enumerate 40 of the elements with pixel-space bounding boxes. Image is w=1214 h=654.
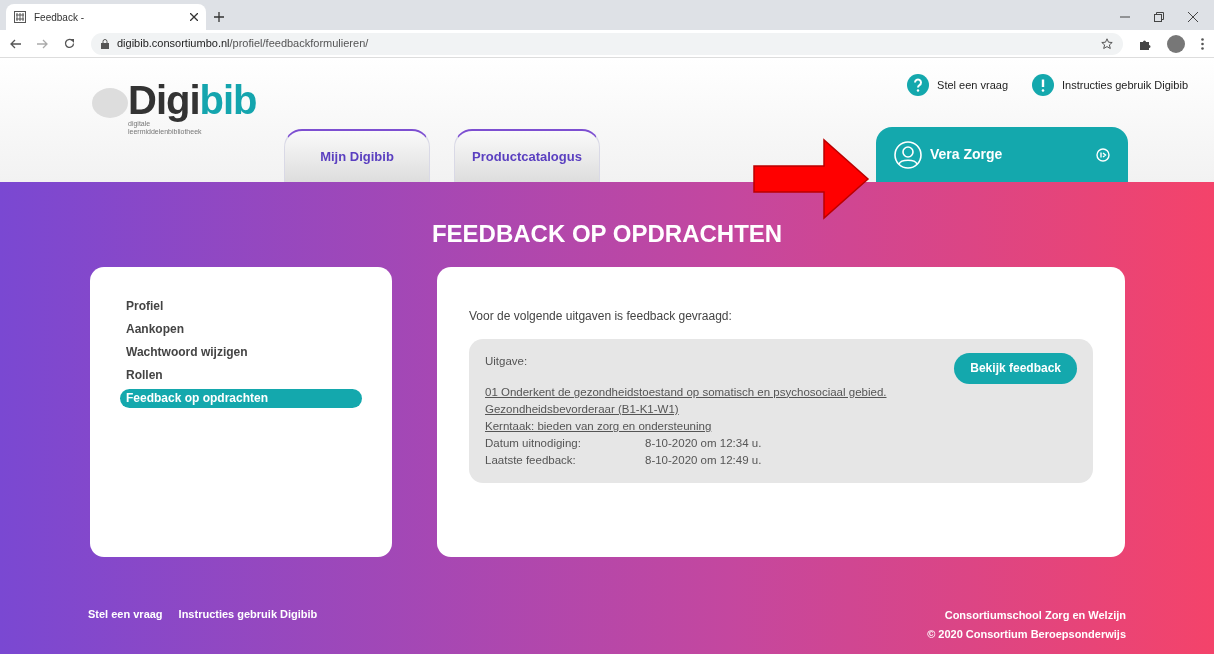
favicon-icon	[14, 11, 26, 23]
back-icon[interactable]	[10, 38, 21, 49]
item-heading: Uitgave:	[485, 353, 528, 369]
organization-name: Consortiumschool Zorg en Welzijn	[943, 608, 1126, 623]
help-link[interactable]: Stel een vraag	[937, 76, 1009, 94]
address-bar[interactable]: digibib.consortiumbo.nl/profiel/feedbackformulieren/	[91, 32, 1123, 55]
item-link[interactable]: Kerntaak: bieden van zorg en ondersteuning	[485, 417, 1077, 435]
sidebar-item[interactable]: Rollen	[120, 365, 362, 385]
restore-icon[interactable]	[1154, 12, 1164, 22]
menu-icon[interactable]	[1201, 37, 1204, 50]
intro-text: Voor de volgende uitgaven is feedback gevraagd:	[469, 307, 733, 325]
close-icon[interactable]	[1188, 12, 1198, 22]
instructions-link[interactable]: Instructies gebruik Digibib	[1062, 76, 1188, 94]
sidebar-item[interactable]: Profiel	[120, 296, 362, 316]
new-tab-icon[interactable]	[214, 12, 224, 22]
logo-mark-icon	[92, 88, 128, 118]
sidebar-item[interactable]: Aankopen	[120, 319, 362, 339]
close-icon[interactable]	[190, 13, 198, 21]
detail-label: Datum uitnodiging:	[485, 435, 582, 451]
nav-tab[interactable]: Mijn Digibib	[284, 129, 430, 182]
detail-value: 8-10-2020 om 12:49 u.	[645, 452, 762, 468]
user-icon	[894, 140, 922, 169]
lock-icon	[101, 38, 109, 49]
reload-icon[interactable]	[64, 38, 75, 49]
footer-link[interactable]: Stel een vraag	[88, 606, 163, 623]
copyright-text: © 2020 Consortium Beroepsonderwijs	[927, 627, 1126, 642]
info-icon[interactable]	[1032, 74, 1055, 96]
item-link[interactable]: 01 Onderkent de gezondheidstoestand op somatisch en psychosociaal gebied.	[485, 383, 1077, 401]
logo[interactable]: Digibib	[128, 80, 257, 120]
avatar-icon[interactable]	[1167, 34, 1185, 53]
item-link[interactable]: Gezondheidsbevorderaar (B1-K1-W1)	[485, 400, 1077, 418]
sidebar-item[interactable]: Wachtwoord wijzigen	[120, 342, 362, 362]
star-icon[interactable]	[1101, 37, 1113, 50]
nav-tab[interactable]: Productcatalogus	[454, 129, 600, 182]
page-title: FEEDBACK OP OPDRACHTEN	[430, 219, 784, 249]
detail-label: Laatste feedback:	[485, 452, 577, 468]
help-icon[interactable]	[907, 74, 930, 96]
footer-link[interactable]: Instructies gebruik Digibib	[178, 606, 318, 623]
detail-value: 8-10-2020 om 12:34 u.	[645, 435, 762, 451]
logout-icon[interactable]	[1096, 147, 1110, 162]
